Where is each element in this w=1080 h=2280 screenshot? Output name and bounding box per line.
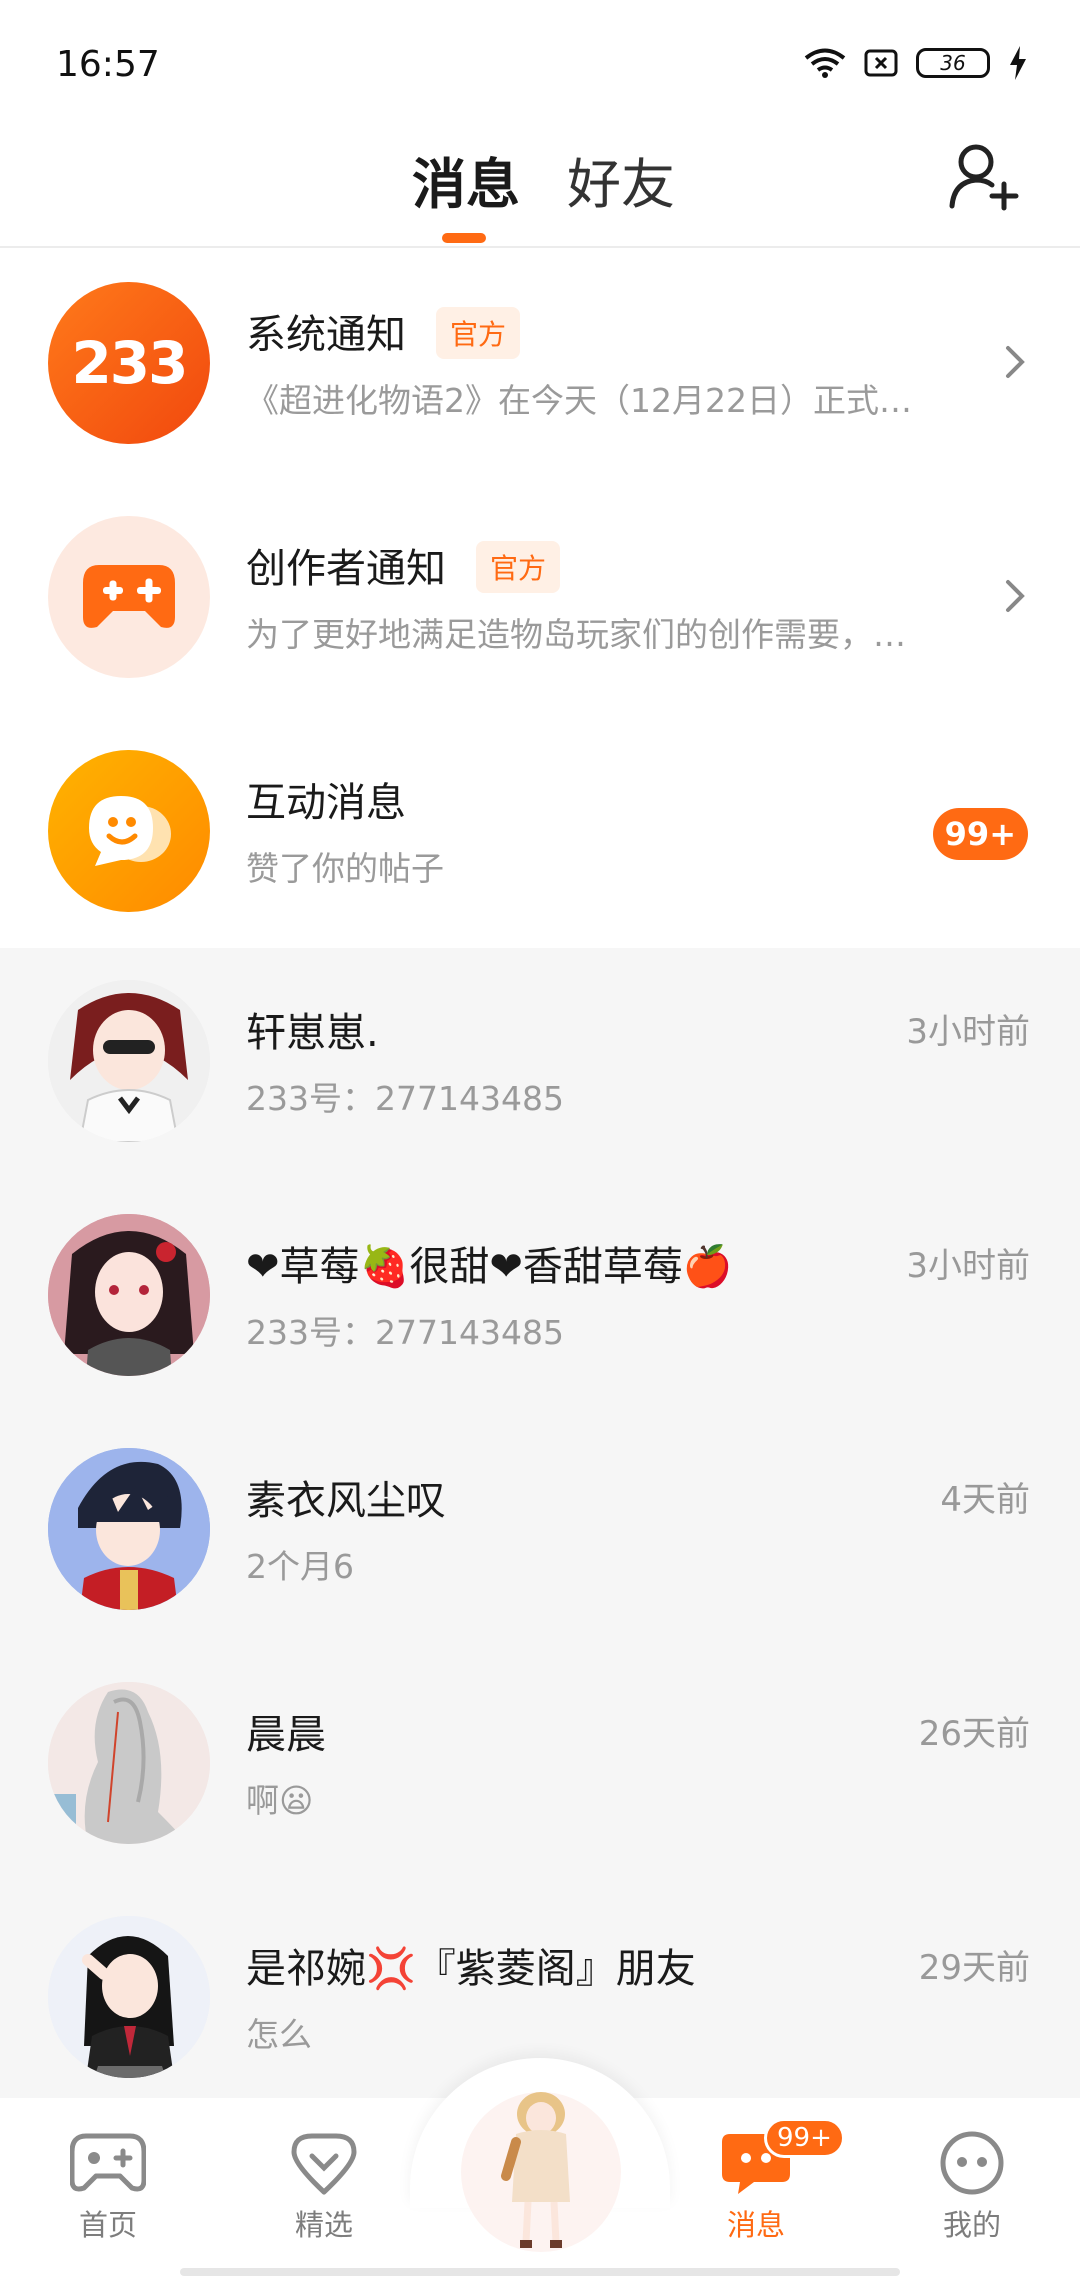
gamepad-icon [70, 2133, 146, 2192]
tab-messages[interactable]: 消息 [412, 140, 520, 219]
chevron-right-icon [1006, 580, 1025, 612]
creator-notice-avatar [48, 516, 210, 678]
chat-time: 3小时前 [906, 1012, 1030, 1052]
battery-icon: 36 [916, 48, 990, 78]
status-time: 16:57 [56, 44, 160, 85]
avatar [48, 980, 210, 1142]
nav-label: 首页 [78, 2208, 137, 2242]
chat-name: 轩崽崽. [246, 1010, 379, 1056]
interaction-avatar [48, 750, 210, 912]
chat-preview: 怎么 [246, 2015, 312, 2054]
nav-messages[interactable]: 99+ 消息 [686, 2118, 845, 2244]
avatar-image [48, 980, 210, 1142]
sim-off-icon [864, 49, 898, 77]
avatar-logo-text: 233 [71, 329, 188, 397]
status-bar: 16:57 36 [0, 0, 1080, 120]
chat-name: 素衣风尘叹 [246, 1478, 446, 1524]
wifi-icon [804, 48, 846, 78]
chat-name: 晨晨 [246, 1712, 326, 1758]
chat-preview: 233号：277143485 [246, 1313, 564, 1352]
row-title-wrap: 系统通知 官方 [246, 302, 521, 363]
nav-featured[interactable]: 精选 [254, 2130, 394, 2244]
tab-friends[interactable]: 好友 [567, 140, 675, 219]
system-notice-avatar: 233 [48, 282, 210, 444]
gamepad-icon [83, 565, 175, 628]
row-subtitle: 赞了你的帖子 [246, 849, 444, 888]
nav-mine[interactable]: 我的 [902, 2130, 1042, 2244]
creator-notice-row[interactable]: 创作者通知 官方 为了更好地满足造物岛玩家们的创作需要，… [0, 484, 1080, 718]
chat-time: 4天前 [940, 1480, 1030, 1520]
face-icon [940, 2131, 1004, 2195]
avatar-image [48, 1916, 210, 2078]
chat-row[interactable]: 素衣风尘叹 2个月6 4天前 [0, 1416, 1080, 1650]
avatar [48, 1214, 210, 1376]
chat-name: 是祁婉💢『紫菱阁』朋友 [246, 1946, 696, 1992]
row-subtitle: 《超进化物语2》在今天（12月22日）正式… [246, 381, 912, 420]
chat-row[interactable]: ❤草莓🍓很甜❤香甜草莓🍎 233号：277143485 3小时前 [0, 1182, 1080, 1416]
diamond-heart-icon [291, 2133, 357, 2195]
nav-label: 我的 [942, 2208, 1001, 2242]
row-title: 创作者通知 [246, 546, 446, 592]
charging-icon [1010, 46, 1026, 80]
status-icons: 36 [804, 46, 1028, 80]
system-notice-row[interactable]: 233 系统通知 官方 《超进化物语2》在今天（12月22日）正式… [0, 250, 1080, 484]
center-character-avatar[interactable] [458, 2072, 624, 2258]
home-indicator [180, 2268, 900, 2276]
add-friend-icon[interactable] [946, 138, 1022, 214]
nav-label: 消息 [726, 2208, 785, 2242]
nav-unread-badge: 99+ [764, 2118, 845, 2158]
avatar-image [48, 1682, 210, 1844]
chat-name: ❤草莓🍓很甜❤香甜草莓🍎 [246, 1244, 733, 1290]
official-badge: 官方 [436, 307, 521, 359]
chat-list: 轩崽崽. 233号：277143485 3小时前 ❤草莓🍓很甜❤香甜草莓🍎 23… [0, 948, 1080, 2098]
row-title-wrap: 创作者通知 官方 [246, 536, 561, 597]
official-badge: 官方 [476, 541, 561, 593]
header: 消息 好友 [0, 120, 1080, 248]
chat-time: 29天前 [918, 1948, 1030, 1988]
chat-row[interactable]: 轩崽崽. 233号：277143485 3小时前 [0, 948, 1080, 1182]
chat-bubble-icon [89, 796, 171, 866]
chat-preview: 233号：277143485 [246, 1079, 564, 1118]
chat-preview: 啊😦 [246, 1781, 314, 1820]
nav-label: 精选 [294, 2208, 353, 2242]
nav-home[interactable]: 首页 [38, 2130, 178, 2244]
avatar [48, 1448, 210, 1610]
row-title: 系统通知 [246, 312, 406, 358]
avatar-image [48, 1214, 210, 1376]
chat-preview: 2个月6 [246, 1547, 354, 1586]
chevron-right-icon [1006, 346, 1025, 378]
tab-indicator [442, 233, 486, 243]
unread-count-badge: 99+ [932, 808, 1028, 860]
chat-time: 26天前 [918, 1714, 1030, 1754]
avatar-image [48, 1448, 210, 1610]
interaction-row[interactable]: 互动消息 赞了你的帖子 99+ [0, 718, 1080, 952]
chat-row[interactable]: 晨晨 啊😦 26天前 [0, 1650, 1080, 1884]
avatar [48, 1682, 210, 1844]
row-title: 互动消息 [246, 780, 406, 826]
official-section: 233 系统通知 官方 《超进化物语2》在今天（12月22日）正式… 创作者通知官… [0, 250, 1080, 948]
row-subtitle: 为了更好地满足造物岛玩家们的创作需要，… [246, 615, 906, 654]
chat-time: 3小时前 [906, 1246, 1030, 1286]
avatar [48, 1916, 210, 2078]
